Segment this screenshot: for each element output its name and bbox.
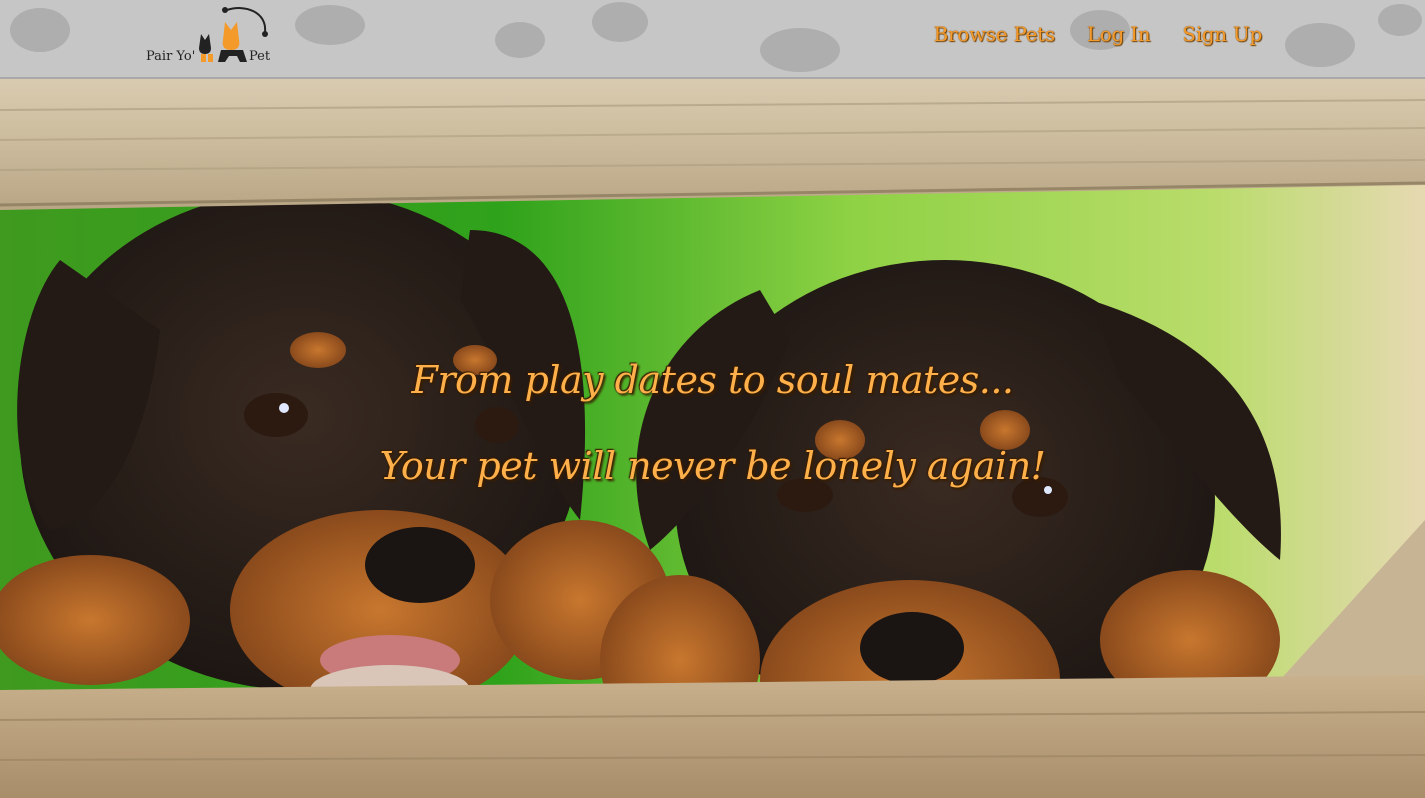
logo-text-right: Pet (249, 49, 271, 64)
hero-banner: From play dates to soul mates... Your pe… (0, 0, 1425, 798)
nav-sign-up-link[interactable]: Sign Up (1182, 22, 1262, 46)
nav-browse-pets-link[interactable]: Browse Pets (934, 22, 1056, 46)
hero-tagline-line2: Your pet will never be lonely again! (379, 444, 1046, 488)
hero-tagline-line1: From play dates to soul mates... (411, 358, 1014, 402)
top-navbar: Pair Yo' Pet Browse Pets Log In Sign Up (0, 0, 1425, 79)
brand-logo[interactable]: Pair Yo' Pet (145, 4, 273, 66)
nav-log-in-link[interactable]: Log In (1087, 22, 1151, 46)
logo-text-left: Pair Yo' (146, 49, 196, 64)
nav-links: Browse Pets Log In Sign Up (934, 22, 1263, 46)
landing-page: From play dates to soul mates... Your pe… (0, 0, 1425, 798)
